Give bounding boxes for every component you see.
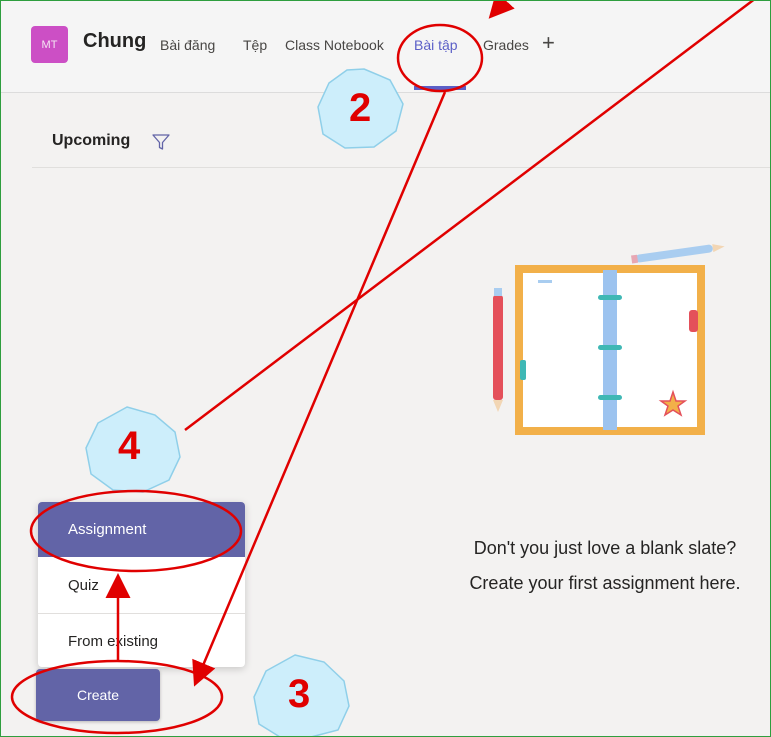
step-number-2: 2 [349,86,372,130]
active-tab-indicator [414,86,466,90]
tab-grades[interactable]: Grades [483,37,529,53]
tab-posts[interactable]: Bài đăng [160,37,215,53]
empty-state-headline: Don't you just love a blank slate? [473,538,737,558]
filter-icon[interactable] [151,132,171,152]
notebook-illustration [493,244,725,435]
add-tab-icon[interactable]: + [542,30,555,56]
upcoming-filter-label[interactable]: Upcoming [52,132,130,150]
step-number-4: 4 [118,424,141,468]
tab-assignments[interactable]: Bài tập [414,37,458,53]
tab-class-notebook[interactable]: Class Notebook [285,37,384,53]
toolbar-divider [32,167,771,168]
menu-item-from-existing[interactable]: From existing [38,614,245,667]
empty-state-subtext: Create your first assignment here. [469,573,741,593]
step-number-3: 3 [288,672,311,716]
channel-title: Chung [83,30,147,52]
menu-item-assignment[interactable]: Assignment [38,502,245,557]
menu-item-quiz[interactable]: Quiz [38,558,245,613]
team-avatar[interactable]: MT [31,26,68,63]
create-dropdown-menu: Assignment Quiz From existing [38,502,245,667]
create-button[interactable]: Create [36,669,160,721]
tab-files[interactable]: Tệp [243,37,267,53]
channel-header: MT Chung Bài đăng Tệp Class Notebook Bài… [0,0,771,93]
